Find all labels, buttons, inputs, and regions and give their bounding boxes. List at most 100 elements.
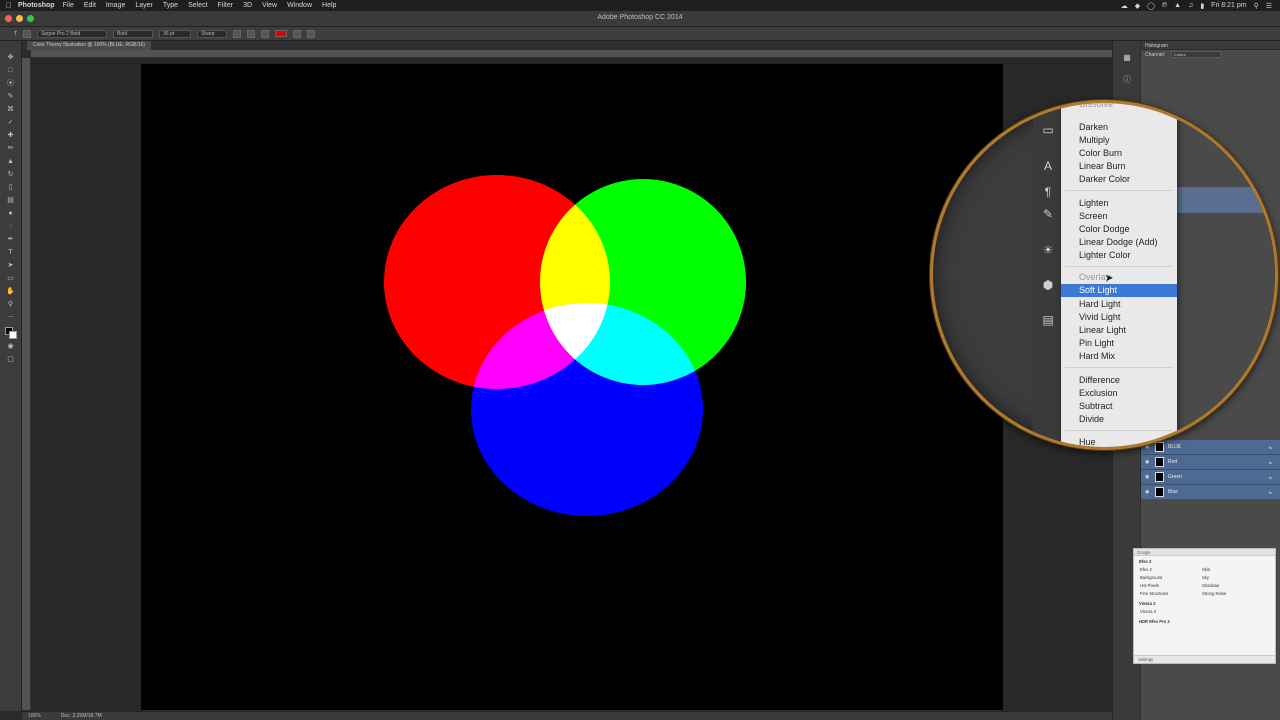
menu-layer[interactable]: Layer	[135, 2, 153, 9]
blend-item-multiply[interactable]: Multiply	[1061, 134, 1177, 147]
fx-badge[interactable]: fx	[1269, 460, 1272, 465]
nik-option[interactable]: Strong Noise	[1202, 591, 1264, 596]
menu-help[interactable]: Help	[322, 2, 336, 9]
nik-panel-header[interactable]: Google	[1134, 549, 1275, 556]
more-tools-icon[interactable]: ⋯	[6, 314, 15, 322]
nik-option[interactable]: Hot Pixels	[1140, 583, 1202, 588]
histogram-icon[interactable]: ▦	[1122, 53, 1132, 63]
cloud-icon[interactable]: ☁	[1121, 2, 1128, 10]
search-icon[interactable]: ⚲	[1254, 2, 1259, 10]
volume-icon[interactable]: ♫	[1188, 2, 1193, 9]
stamp-panel-icon[interactable]: ▭	[1041, 123, 1055, 137]
lasso-tool-icon[interactable]: ⦿	[6, 80, 15, 88]
app-menu[interactable]: Photoshop	[18, 2, 55, 9]
properties-panel-icon[interactable]: ▤	[1041, 313, 1055, 327]
path-select-tool-icon[interactable]: ➤	[6, 262, 15, 270]
blend-item-overlay[interactable]: Overlay	[1061, 271, 1177, 284]
blue-circle[interactable]	[471, 303, 703, 516]
document-canvas[interactable]	[141, 64, 1003, 710]
font-style-select[interactable]: Bold	[113, 29, 154, 38]
blend-item-linear-dodge[interactable]: Linear Dodge (Add)	[1061, 236, 1177, 249]
fx-badge[interactable]: fx	[1269, 475, 1272, 480]
menu-window[interactable]: Window	[287, 2, 312, 9]
blend-item-exclusion[interactable]: Exclusion	[1061, 387, 1177, 400]
nik-option[interactable]: Sky	[1202, 575, 1264, 580]
nik-section-title[interactable]: Efex 2	[1134, 556, 1275, 565]
nik-option[interactable]: Shadows	[1202, 583, 1264, 588]
menu-image[interactable]: Image	[106, 2, 125, 9]
history-brush-icon[interactable]: ↻	[6, 171, 15, 179]
document-tab[interactable]: Color Theory Illustration @ 100% (BLUE, …	[27, 41, 151, 50]
brush-tool-icon[interactable]: ✏	[6, 145, 15, 153]
nik-section-title[interactable]: HDR Efex Pro 2	[1134, 616, 1275, 625]
crop-tool-icon[interactable]: ⌘	[6, 106, 15, 114]
screen-mode-icon[interactable]: ▢	[6, 356, 15, 364]
3d-panel-icon[interactable]: ⬢	[1041, 278, 1055, 292]
hand-tool-icon[interactable]: ✋	[6, 288, 15, 296]
visibility-icon[interactable]: ◉	[1145, 459, 1151, 465]
orientation-toggle[interactable]	[23, 29, 32, 38]
blend-item-darken[interactable]: Darken	[1061, 121, 1177, 134]
align-right-button[interactable]	[261, 29, 270, 38]
dropbox-icon[interactable]: ◆	[1135, 2, 1140, 10]
channel-select[interactable]: Colors	[1171, 51, 1222, 58]
nik-option[interactable]: Viveza 2	[1140, 609, 1202, 614]
nik-section-title[interactable]: Viveza 2	[1134, 598, 1275, 607]
font-family-select[interactable]: Segoe Pro 2 Bold	[37, 29, 108, 38]
quick-mask-icon[interactable]: ◉	[6, 343, 15, 351]
clone-source-icon[interactable]: ☀	[1041, 243, 1055, 257]
visibility-icon[interactable]: ◉	[1145, 489, 1151, 495]
zoom-level[interactable]: 100%	[28, 713, 41, 719]
blur-tool-icon[interactable]: ●	[6, 210, 15, 218]
blend-item-vivid-light[interactable]: Vivid Light	[1061, 311, 1177, 324]
blend-item-color-dodge[interactable]: Color Dodge	[1061, 223, 1177, 236]
blend-item-linear-burn[interactable]: Linear Burn	[1061, 160, 1177, 173]
quick-select-tool-icon[interactable]: ✎	[6, 93, 15, 101]
align-center-button[interactable]	[247, 29, 256, 38]
brush-panel-icon[interactable]: ✎	[1041, 207, 1055, 221]
nik-option[interactable]: Skin	[1202, 567, 1264, 572]
paragraph-panel-icon[interactable]: ¶	[1041, 185, 1055, 199]
color-swatches[interactable]	[5, 327, 17, 339]
blend-item-lighter-color[interactable]: Lighter Color	[1061, 249, 1177, 262]
eyedropper-tool-icon[interactable]: ✓	[6, 119, 15, 127]
menu-view[interactable]: View	[262, 2, 277, 9]
character-panel-icon[interactable]: A	[1041, 159, 1055, 173]
layer-row[interactable]: ◉ Red fx	[1141, 455, 1280, 470]
menu-file[interactable]: File	[63, 2, 74, 9]
visibility-icon[interactable]: ◉	[1145, 474, 1151, 480]
fx-badge[interactable]: fx	[1269, 490, 1272, 495]
pen-tool-icon[interactable]: ✒	[6, 236, 15, 244]
horizontal-ruler[interactable]	[31, 50, 1112, 58]
shape-tool-icon[interactable]: ▭	[6, 275, 15, 283]
antialias-select[interactable]: Sharp	[197, 29, 228, 38]
blend-item-difference[interactable]: Difference	[1061, 374, 1177, 387]
character-panel-button[interactable]	[307, 29, 316, 38]
menu-select[interactable]: Select	[188, 2, 207, 9]
blend-item-hard-mix[interactable]: Hard Mix	[1061, 350, 1177, 363]
list-icon[interactable]: ☰	[1266, 2, 1272, 10]
menu-3d[interactable]: 3D	[243, 2, 252, 9]
text-color-swatch[interactable]	[275, 30, 288, 37]
nik-option[interactable]: Efex 2	[1140, 567, 1202, 572]
align-left-button[interactable]	[233, 29, 242, 38]
marquee-tool-icon[interactable]: □	[6, 67, 15, 75]
dodge-tool-icon[interactable]: ◌	[6, 223, 15, 231]
wifi-icon[interactable]: ▲	[1174, 2, 1181, 9]
nik-settings-footer[interactable]: Settings	[1134, 655, 1275, 663]
font-size-select[interactable]: 36 pt	[159, 29, 192, 38]
blend-item-pin-light[interactable]: Pin Light	[1061, 337, 1177, 350]
gradient-tool-icon[interactable]: ▤	[6, 197, 15, 205]
type-tool-icon[interactable]: T	[14, 31, 17, 37]
menu-edit[interactable]: Edit	[84, 2, 96, 9]
layer-row[interactable]: ◉ Blue fx	[1141, 485, 1280, 500]
blend-item-screen[interactable]: Screen	[1061, 210, 1177, 223]
eraser-tool-icon[interactable]: ▯	[6, 184, 15, 192]
menu-type[interactable]: Type	[163, 2, 178, 9]
bluetooth-icon[interactable]: ℗	[1162, 2, 1167, 9]
vertical-ruler[interactable]	[22, 58, 31, 710]
nik-option[interactable]: Fine Structures	[1140, 591, 1202, 596]
blend-item-darker-color[interactable]: Darker Color	[1061, 173, 1177, 186]
menu-filter[interactable]: Filter	[218, 2, 234, 9]
shield-icon[interactable]: ◯	[1147, 2, 1155, 10]
